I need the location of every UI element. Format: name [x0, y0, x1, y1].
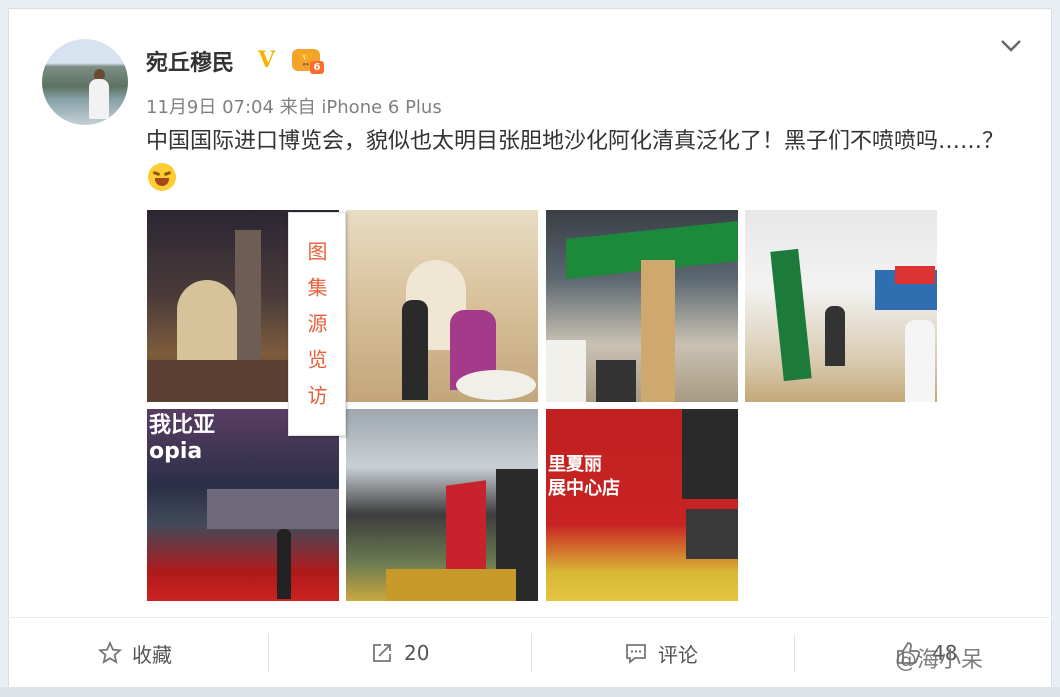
photo-3[interactable]	[546, 210, 738, 402]
avatar[interactable]	[42, 39, 128, 125]
star-icon	[98, 641, 122, 664]
photo-5[interactable]: 我比亚 opia	[147, 409, 339, 601]
photo-7-label: 里夏丽 展中心店	[548, 454, 620, 499]
laughing-emoji-icon	[148, 163, 176, 191]
favorite-label: 收藏	[132, 642, 172, 667]
watermark: @海小呆	[895, 648, 984, 673]
comment-label: 评论	[658, 642, 698, 667]
photo-6[interactable]	[346, 409, 538, 601]
user-name[interactable]: 宛丘穆民	[146, 45, 234, 77]
favorite-button[interactable]: 收藏	[98, 618, 172, 688]
gallery-tag[interactable]: 图集源览访	[288, 212, 346, 436]
post-text: 中国国际进口博览会，貌似也太明目张胆地沙化阿化清真泛化了！黑子们不喷喷吗……？	[146, 123, 1026, 199]
chevron-down-icon[interactable]	[1000, 36, 1022, 54]
post-source[interactable]: iPhone 6 Plus	[321, 97, 441, 118]
photo-4[interactable]	[745, 210, 937, 402]
verified-badge-icon: V	[258, 47, 276, 73]
source-prefix: 来自	[279, 97, 316, 118]
photo-2[interactable]	[346, 210, 538, 402]
post-time[interactable]: 11月9日 07:04	[146, 97, 274, 118]
post-meta: 11月9日 07:04 来自 iPhone 6 Plus	[146, 93, 442, 119]
avatar-person	[89, 79, 109, 119]
repost-icon	[373, 644, 391, 662]
repost-count: 20	[404, 641, 430, 665]
comment-icon	[626, 644, 646, 664]
repost-button[interactable]: 20	[370, 618, 429, 688]
bottom-strip	[0, 687, 1060, 697]
photo-5-label: 我比亚 opia	[149, 413, 216, 464]
level-number: 6	[310, 61, 324, 74]
comment-button[interactable]: 评论	[624, 618, 698, 688]
divider	[794, 634, 795, 672]
divider	[268, 634, 269, 672]
divider	[531, 634, 532, 672]
post-body: 中国国际进口博览会，貌似也太明目张胆地沙化阿化清真泛化了！黑子们不喷喷吗……？	[146, 129, 1005, 154]
photo-7[interactable]: 里夏丽 展中心店	[546, 409, 738, 601]
level-badge-icon: 🏆 6	[292, 49, 324, 74]
